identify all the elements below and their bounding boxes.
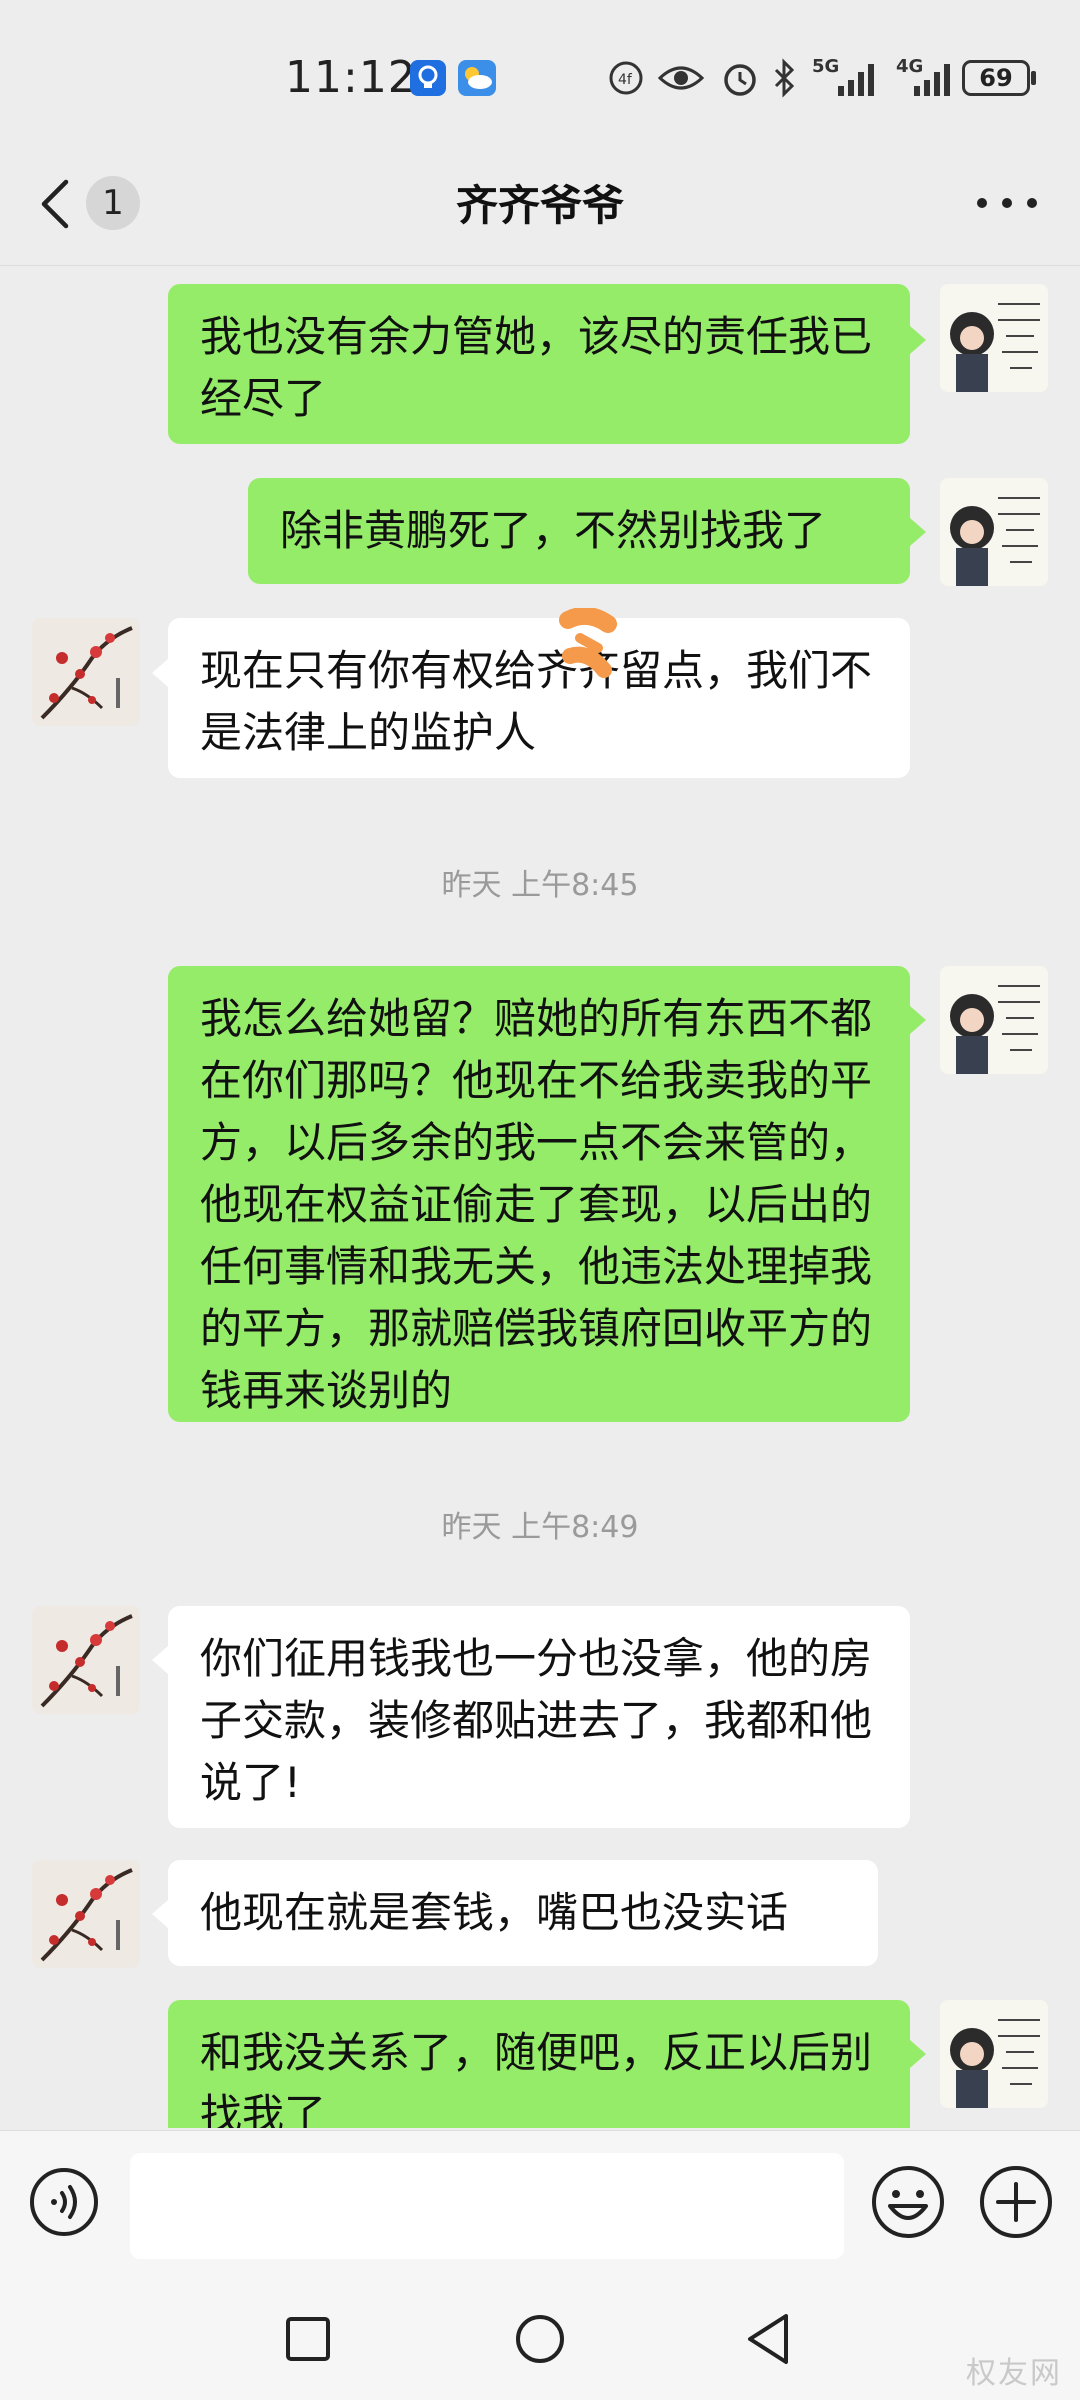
avatar-contact[interactable] <box>32 1606 140 1714</box>
message-text: 我也没有余力管她，该尽的责任我已经尽了 <box>200 312 873 423</box>
redaction-scribble <box>559 608 617 678</box>
message-list[interactable]: 我也没有余力管她，该尽的责任我已经尽了 除非黄鹏死了，不然别找我了 现在只有你有… <box>0 266 1080 2128</box>
chat-header: 1 齐齐爷爷 <box>0 150 1080 266</box>
chat-input-bar <box>0 2130 1080 2271</box>
bluetooth-icon <box>774 58 795 98</box>
message-input[interactable] <box>130 2153 844 2259</box>
plum-blossom-avatar-icon <box>32 618 140 726</box>
data-saver-icon: 4f <box>609 61 643 95</box>
bubble-tail <box>152 1900 168 1928</box>
bubble-tail <box>152 659 168 687</box>
recent-apps-icon[interactable] <box>284 2315 332 2363</box>
message-bubble-sent[interactable]: 和我没关系了，随便吧，反正以后别找我了 <box>168 2000 910 2128</box>
avatar-me[interactable] <box>940 966 1048 1074</box>
message-text: 我怎么给她留？赔她的所有东西不都在你们那吗？他现在不给我卖我的平方，以后多余的我… <box>200 994 873 1415</box>
signal-5g-icon <box>838 64 874 96</box>
message-text: 和我没关系了，随便吧，反正以后别找我了 <box>200 2028 873 2128</box>
avatar-me[interactable] <box>940 284 1048 392</box>
chat-title: 齐齐爷爷 <box>455 181 624 230</box>
avatar-illustration-icon <box>940 2000 1048 2108</box>
system-navigation-bar: 权友网 <box>0 2270 1080 2400</box>
message-bubble-received[interactable]: 你们征用钱我也一分也没拿，他的房子交款，装修都贴进去了，我都和他说了! <box>168 1606 910 1828</box>
message-text: 除非黄鹏死了，不然别找我了 <box>280 506 827 555</box>
emoji-icon[interactable] <box>870 2164 946 2240</box>
bubble-tail <box>152 1646 168 1674</box>
tips-icon <box>410 60 446 96</box>
battery-tip <box>1031 71 1036 85</box>
home-icon[interactable] <box>514 2313 566 2365</box>
add-more-icon[interactable] <box>978 2164 1054 2240</box>
message-text: 你们征用钱我也一分也没拿，他的房子交款，装修都贴进去了，我都和他说了! <box>200 1634 873 1807</box>
battery-level: 69 <box>979 64 1013 92</box>
avatar-illustration-icon <box>940 966 1048 1074</box>
bubble-tail <box>910 2040 926 2068</box>
status-bar: 11:12 4f 5G 4G 69 <box>0 0 1080 150</box>
message-bubble-sent[interactable]: 除非黄鹏死了，不然别找我了 <box>248 478 910 584</box>
message-bubble-received[interactable]: 他现在就是套钱，嘴巴也没实话 <box>168 1860 878 1966</box>
avatar-me[interactable] <box>940 478 1048 586</box>
avatar-me[interactable] <box>940 2000 1048 2108</box>
weather-icon <box>458 60 496 96</box>
plum-blossom-avatar-icon <box>32 1606 140 1714</box>
message-timestamp: 昨天 上午8:45 <box>441 868 639 903</box>
bubble-tail <box>910 518 926 546</box>
back-nav-icon[interactable] <box>744 2312 792 2366</box>
message-timestamp: 昨天 上午8:49 <box>441 1510 639 1545</box>
message-bubble-sent[interactable]: 我也没有余力管她，该尽的责任我已经尽了 <box>168 284 910 444</box>
message-text: 他现在就是套钱，嘴巴也没实话 <box>200 1888 789 1937</box>
eye-icon <box>658 66 704 90</box>
avatar-contact[interactable] <box>32 1860 140 1968</box>
avatar-illustration-icon <box>940 284 1048 392</box>
message-bubble-received[interactable]: 现在只有你有权给齐齐留点，我们不是法律上的监护人 <box>168 618 910 778</box>
watermark: 权友网 <box>966 2356 1062 2391</box>
avatar-illustration-icon <box>940 478 1048 586</box>
alarm-icon <box>724 64 756 96</box>
bubble-tail <box>910 1006 926 1034</box>
battery-icon: 69 <box>962 60 1030 96</box>
message-text: 现在只有你有权给齐齐留点，我们不是法律上的监护人 <box>200 646 873 757</box>
voice-input-icon[interactable] <box>28 2166 100 2238</box>
bubble-tail <box>910 326 926 354</box>
avatar-contact[interactable] <box>32 618 140 726</box>
status-time: 11:12 <box>285 52 417 103</box>
plum-blossom-avatar-icon <box>32 1860 140 1968</box>
svg-text:4f: 4f <box>618 72 633 88</box>
more-options-icon[interactable] <box>972 178 1042 228</box>
message-bubble-sent[interactable]: 我怎么给她留？赔她的所有东西不都在你们那吗？他现在不给我卖我的平方，以后多余的我… <box>168 966 910 1422</box>
signal-4g-icon <box>914 64 950 96</box>
